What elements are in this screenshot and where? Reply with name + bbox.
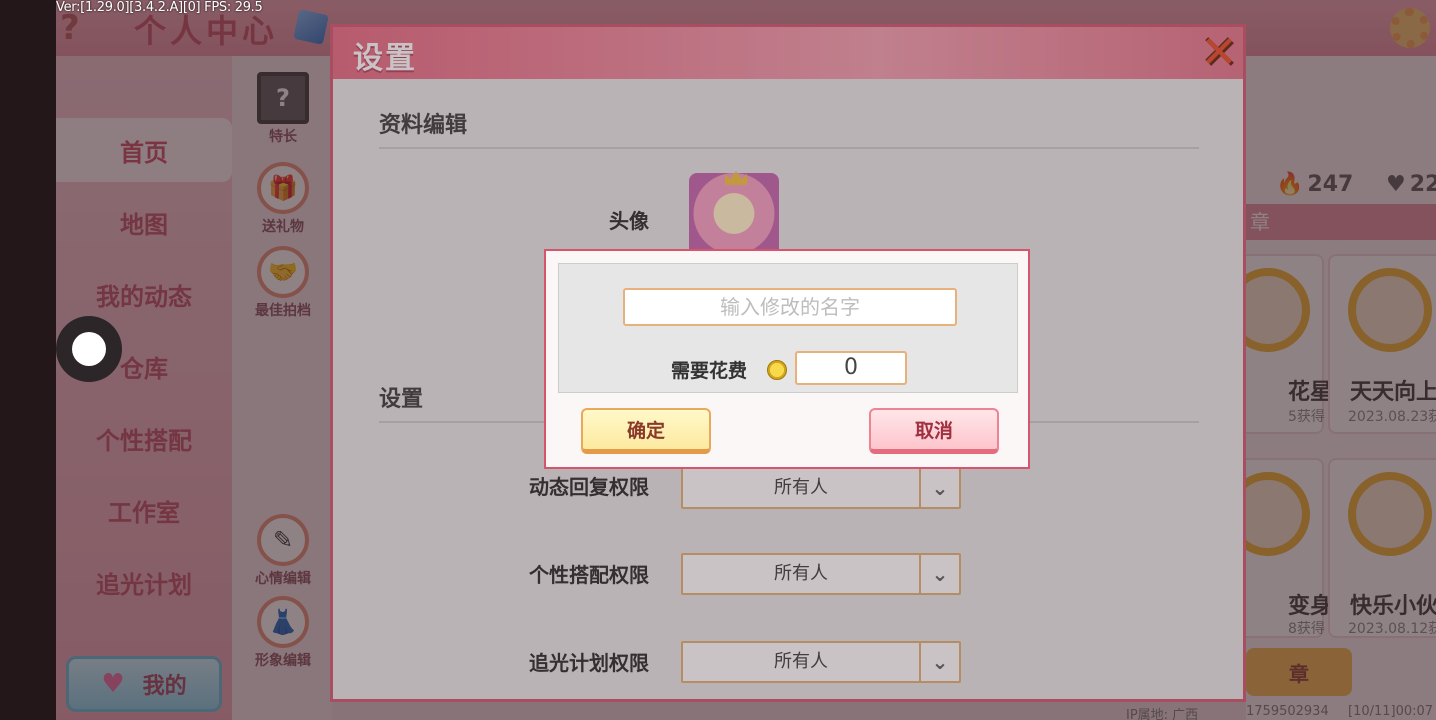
confirm-button[interactable]: 确定 — [581, 408, 711, 454]
floating-assist-button[interactable] — [56, 316, 122, 382]
name-input[interactable] — [623, 288, 957, 326]
dot-icon — [72, 332, 106, 366]
cost-label: 需要花费 — [671, 360, 748, 382]
coin-icon — [767, 360, 787, 380]
cost-value: 0 — [795, 351, 907, 385]
rename-panel: 需要花费 0 — [558, 263, 1018, 393]
cancel-button[interactable]: 取消 — [869, 408, 999, 454]
debug-fps-text: Ver:[1.29.0][3.4.2.A][0] FPS: 29.5 — [56, 0, 263, 15]
rename-dialog: 需要花费 0 确定 取消 — [544, 249, 1030, 469]
